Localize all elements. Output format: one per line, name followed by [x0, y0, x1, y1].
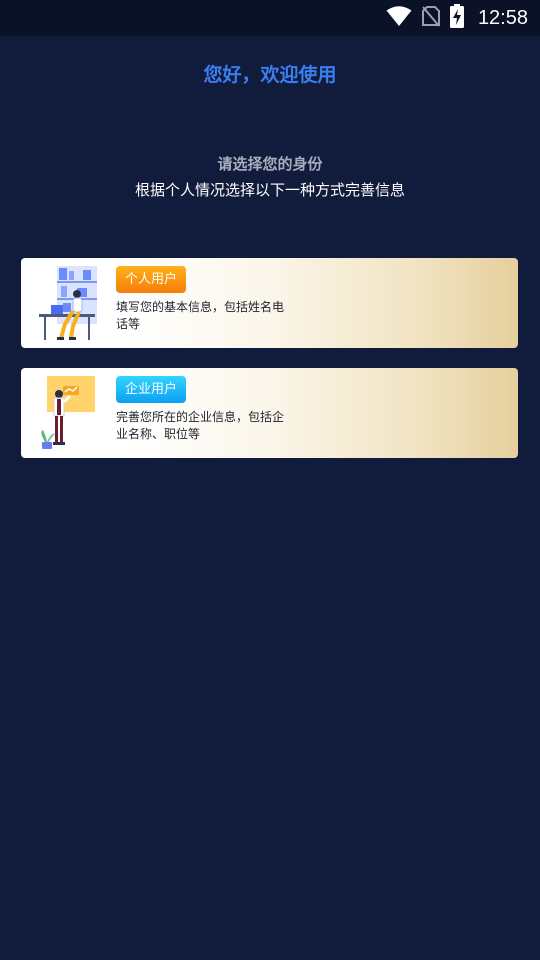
status-bar: 12:58 — [0, 0, 540, 36]
enterprise-user-description: 完善您所在的企业信息，包括企业名称、职位等 — [116, 410, 285, 441]
businessman-presentation-illustration — [37, 374, 103, 452]
enterprise-user-card[interactable]: 企业用户 完善您所在的企业信息，包括企业名称、职位等 — [21, 368, 518, 458]
enterprise-user-tag: 企业用户 — [116, 376, 186, 403]
identity-prompt-subtitle: 根据个人情况选择以下一种方式完善信息 — [134, 181, 405, 199]
personal-user-tag: 个人用户 — [116, 266, 186, 293]
personal-user-description: 填写您的基本信息，包括姓名电话等 — [116, 300, 285, 331]
wifi-icon — [386, 5, 412, 31]
status-icons: 12:58 — [386, 0, 528, 36]
status-time: 12:58 — [477, 6, 528, 29]
no-sim-icon — [421, 5, 440, 31]
identity-prompt-title: 请选择您的身份 — [217, 155, 323, 173]
page-title: 您好，欢迎使用 — [203, 64, 337, 86]
personal-user-card[interactable]: 个人用户 填写您的基本信息，包括姓名电话等 — [21, 258, 518, 348]
battery-charging-icon — [449, 4, 464, 32]
person-at-desk-illustration — [37, 264, 103, 342]
